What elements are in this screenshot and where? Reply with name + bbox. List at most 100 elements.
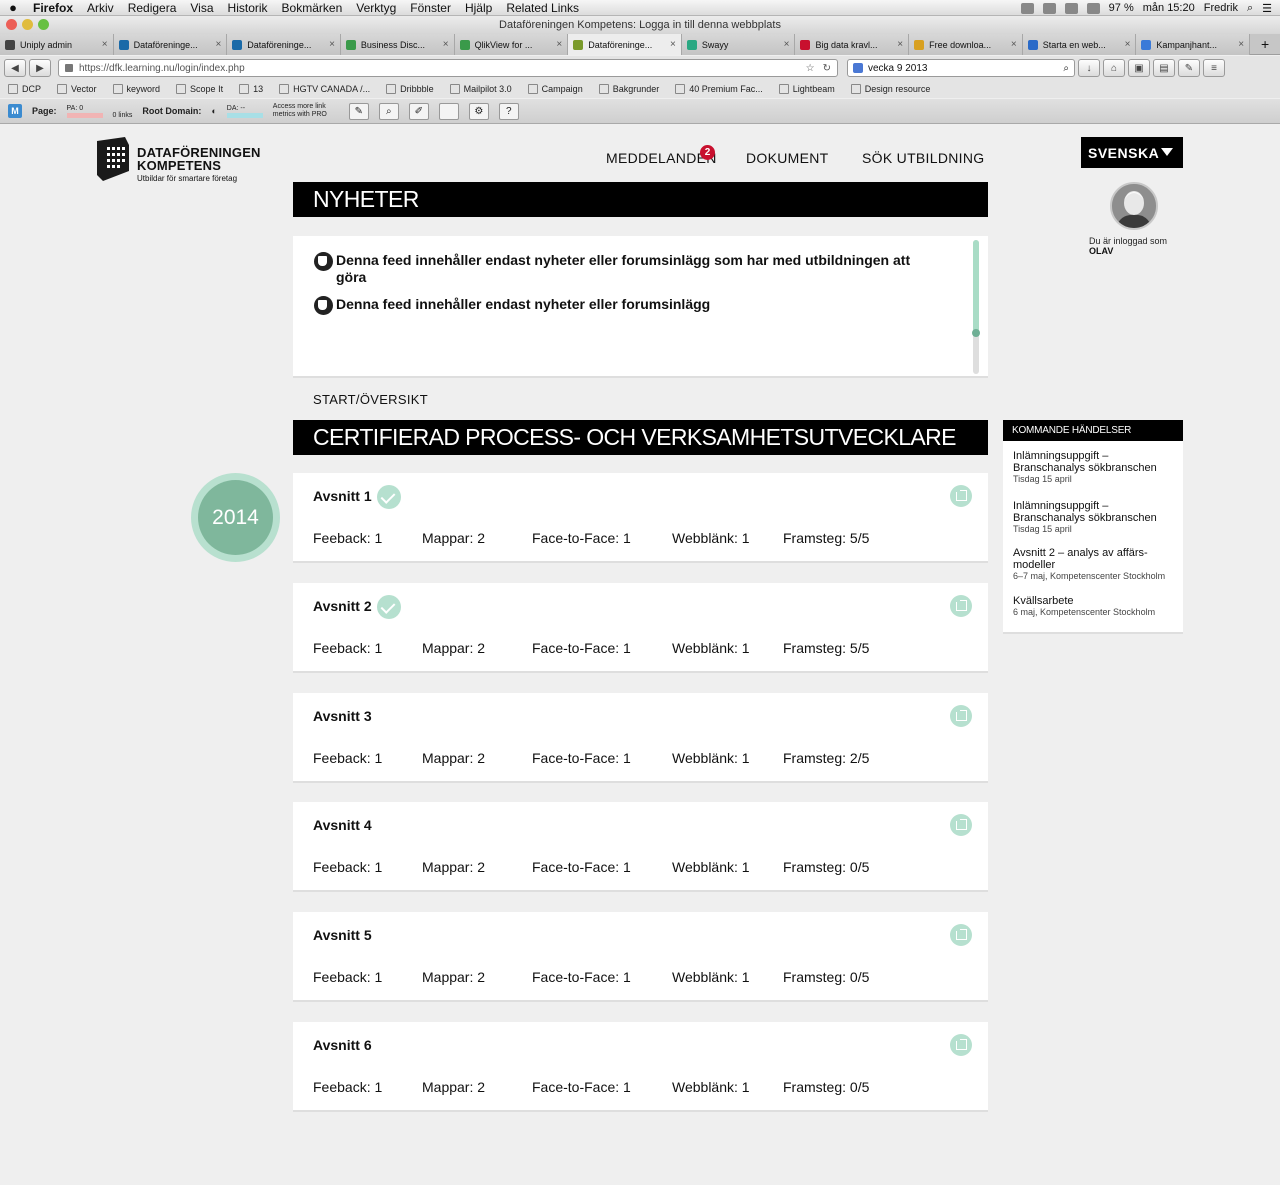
bookmark-item[interactable]: keyword bbox=[112, 84, 160, 94]
menu-verktyg[interactable]: Verktyg bbox=[349, 1, 403, 15]
section-card[interactable]: Avsnitt 5 Feeback: 1 Mappar: 2 Face-to-F… bbox=[293, 912, 988, 1002]
close-tab-icon[interactable]: × bbox=[1011, 39, 1017, 50]
browser-tab[interactable]: Big data kravl... × bbox=[795, 34, 910, 55]
logged-in-username[interactable]: OLAV bbox=[1089, 246, 1113, 256]
section-title[interactable]: Avsnitt 1 bbox=[313, 488, 372, 504]
browser-tab[interactable]: QlikView for ... × bbox=[454, 34, 569, 55]
menu-historik[interactable]: Historik bbox=[221, 1, 275, 15]
news-item[interactable]: Denna feed innehåller endast nyheter ell… bbox=[314, 252, 929, 286]
section-title[interactable]: Avsnitt 3 bbox=[313, 708, 372, 724]
close-window-icon[interactable] bbox=[6, 19, 17, 30]
language-dropdown[interactable]: SVENSKA bbox=[1081, 137, 1183, 168]
news-item[interactable]: Denna feed innehåller endast nyheter ell… bbox=[314, 296, 929, 315]
download-icon[interactable]: ↓ bbox=[1078, 59, 1100, 77]
browser-tab[interactable]: Business Disc... × bbox=[340, 34, 455, 55]
browser-tab[interactable]: Dataföreninge... × bbox=[227, 34, 341, 55]
close-tab-icon[interactable]: × bbox=[443, 39, 449, 50]
event-title[interactable]: Inlämningsuppgift – Branschanalys sökbra… bbox=[1013, 500, 1179, 524]
avatar[interactable] bbox=[1110, 182, 1158, 230]
breadcrumb[interactable]: START/ÖVERSIKT bbox=[313, 392, 428, 407]
menu-related-links[interactable]: Related Links bbox=[499, 1, 586, 15]
browser-tab[interactable]: Starta en web... × bbox=[1022, 34, 1137, 55]
event-item[interactable]: Inlämningsuppgift – Branschanalys sökbra… bbox=[1013, 450, 1179, 484]
mozbar-logo-icon[interactable]: M bbox=[8, 104, 22, 118]
bookmark-item[interactable]: Campaign bbox=[527, 84, 583, 94]
search-icon[interactable]: ⌕ bbox=[1063, 63, 1069, 74]
event-item[interactable]: Inlämningsuppgift – Branschanalys sökbra… bbox=[1013, 500, 1179, 534]
event-title[interactable]: Inlämningsuppgift – Branschanalys sökbra… bbox=[1013, 450, 1179, 474]
spotlight-icon[interactable]: ⌕ bbox=[1247, 2, 1253, 15]
menu-fonster[interactable]: Fönster bbox=[403, 1, 458, 15]
section-title[interactable]: Avsnitt 6 bbox=[313, 1037, 372, 1053]
menu-app[interactable]: Firefox bbox=[26, 1, 80, 15]
tools-icon[interactable]: ✎ bbox=[1178, 59, 1200, 77]
open-section-icon[interactable] bbox=[950, 814, 972, 836]
minimize-window-icon[interactable] bbox=[22, 19, 33, 30]
zoom-window-icon[interactable] bbox=[38, 19, 49, 30]
section-card[interactable]: Avsnitt 1 Feeback: 1 Mappar: 2 Face-to-F… bbox=[293, 473, 988, 563]
pro-promo[interactable]: Access more link metrics with PRO bbox=[273, 103, 339, 119]
status-icon[interactable] bbox=[1064, 2, 1078, 14]
wifi-icon[interactable] bbox=[1086, 2, 1100, 14]
clock[interactable]: mån 15:20 bbox=[1143, 2, 1195, 14]
close-tab-icon[interactable]: × bbox=[1238, 39, 1244, 50]
section-card[interactable]: Avsnitt 6 Feeback: 1 Mappar: 2 Face-to-F… bbox=[293, 1022, 988, 1112]
status-icon[interactable] bbox=[1042, 2, 1056, 14]
close-tab-icon[interactable]: × bbox=[102, 39, 108, 50]
reload-icon[interactable]: ↻ bbox=[823, 63, 831, 74]
menu-redigera[interactable]: Redigera bbox=[121, 1, 184, 15]
search-input[interactable]: vecka 9 2013 bbox=[868, 63, 1063, 74]
back-icon[interactable]: ◀ bbox=[4, 59, 26, 77]
close-tab-icon[interactable]: × bbox=[784, 39, 790, 50]
blank-tool-icon[interactable] bbox=[438, 102, 459, 120]
url-text[interactable]: https://dfk.learning.nu/login/index.php bbox=[79, 63, 806, 74]
bookmark-item[interactable]: 13 bbox=[239, 84, 263, 94]
browser-tab[interactable]: Swayy × bbox=[681, 34, 796, 55]
bookmark-item[interactable]: Dribbble bbox=[386, 84, 434, 94]
section-card[interactable]: Avsnitt 2 Feeback: 1 Mappar: 2 Face-to-F… bbox=[293, 583, 988, 673]
magnifier-icon[interactable]: ⌕ bbox=[378, 102, 399, 120]
menu-icon[interactable]: ≡ bbox=[1203, 59, 1225, 77]
url-bar[interactable]: https://dfk.learning.nu/login/index.php … bbox=[58, 59, 838, 77]
help-icon[interactable]: ? bbox=[498, 102, 519, 120]
open-section-icon[interactable] bbox=[950, 485, 972, 507]
bookmark-item[interactable]: Mailpilot 3.0 bbox=[449, 84, 512, 94]
menu-visa[interactable]: Visa bbox=[183, 1, 220, 15]
highlight-icon[interactable]: ✐ bbox=[408, 102, 429, 120]
section-title[interactable]: Avsnitt 5 bbox=[313, 927, 372, 943]
extension-icon[interactable]: ▤ bbox=[1153, 59, 1175, 77]
bookmark-item[interactable]: 40 Premium Fac... bbox=[675, 84, 763, 94]
section-card[interactable]: Avsnitt 4 Feeback: 1 Mappar: 2 Face-to-F… bbox=[293, 802, 988, 892]
section-title[interactable]: Avsnitt 2 bbox=[313, 598, 372, 614]
section-card[interactable]: Avsnitt 3 Feeback: 1 Mappar: 2 Face-to-F… bbox=[293, 693, 988, 783]
close-tab-icon[interactable]: × bbox=[556, 39, 562, 50]
google-engine-icon[interactable] bbox=[853, 63, 863, 73]
browser-tab[interactable]: Kampanjhant... × bbox=[1136, 34, 1251, 55]
news-scroll-thumb[interactable] bbox=[973, 240, 979, 336]
bookmark-item[interactable]: Vector bbox=[57, 84, 97, 94]
menu-hjalp[interactable]: Hjälp bbox=[458, 1, 499, 15]
open-section-icon[interactable] bbox=[950, 705, 972, 727]
event-title[interactable]: Kvällsarbete bbox=[1013, 595, 1179, 607]
site-logo[interactable]: DATAFÖRENINGEN KOMPETENS Utbildar för sm… bbox=[95, 137, 261, 183]
open-section-icon[interactable] bbox=[950, 924, 972, 946]
bookmark-item[interactable]: DCP bbox=[8, 84, 41, 94]
bookmark-item[interactable]: Bakgrunder bbox=[598, 84, 659, 94]
status-icon[interactable] bbox=[1020, 2, 1034, 14]
news-scroll-handle[interactable] bbox=[972, 329, 980, 337]
root-domain-toggle-icon[interactable]: ◐ bbox=[211, 106, 216, 116]
browser-tab[interactable]: Free downloa... × bbox=[909, 34, 1023, 55]
browser-tab-active[interactable]: Dataföreninge... × bbox=[568, 34, 682, 55]
bookmark-item[interactable]: Scope It bbox=[176, 84, 223, 94]
bookmark-item[interactable]: Design resource bbox=[850, 84, 930, 94]
new-tab-icon[interactable]: + bbox=[1250, 34, 1280, 54]
forward-icon[interactable]: ▶ bbox=[29, 59, 51, 77]
open-section-icon[interactable] bbox=[950, 595, 972, 617]
extension-icon[interactable]: ▣ bbox=[1128, 59, 1150, 77]
menu-arkiv[interactable]: Arkiv bbox=[80, 1, 121, 15]
bookmark-item[interactable]: Lightbeam bbox=[778, 84, 835, 94]
user-name[interactable]: Fredrik bbox=[1204, 2, 1238, 14]
close-tab-icon[interactable]: × bbox=[897, 39, 903, 50]
close-tab-icon[interactable]: × bbox=[329, 39, 335, 50]
bookmark-star-icon[interactable]: ☆ bbox=[806, 63, 815, 74]
